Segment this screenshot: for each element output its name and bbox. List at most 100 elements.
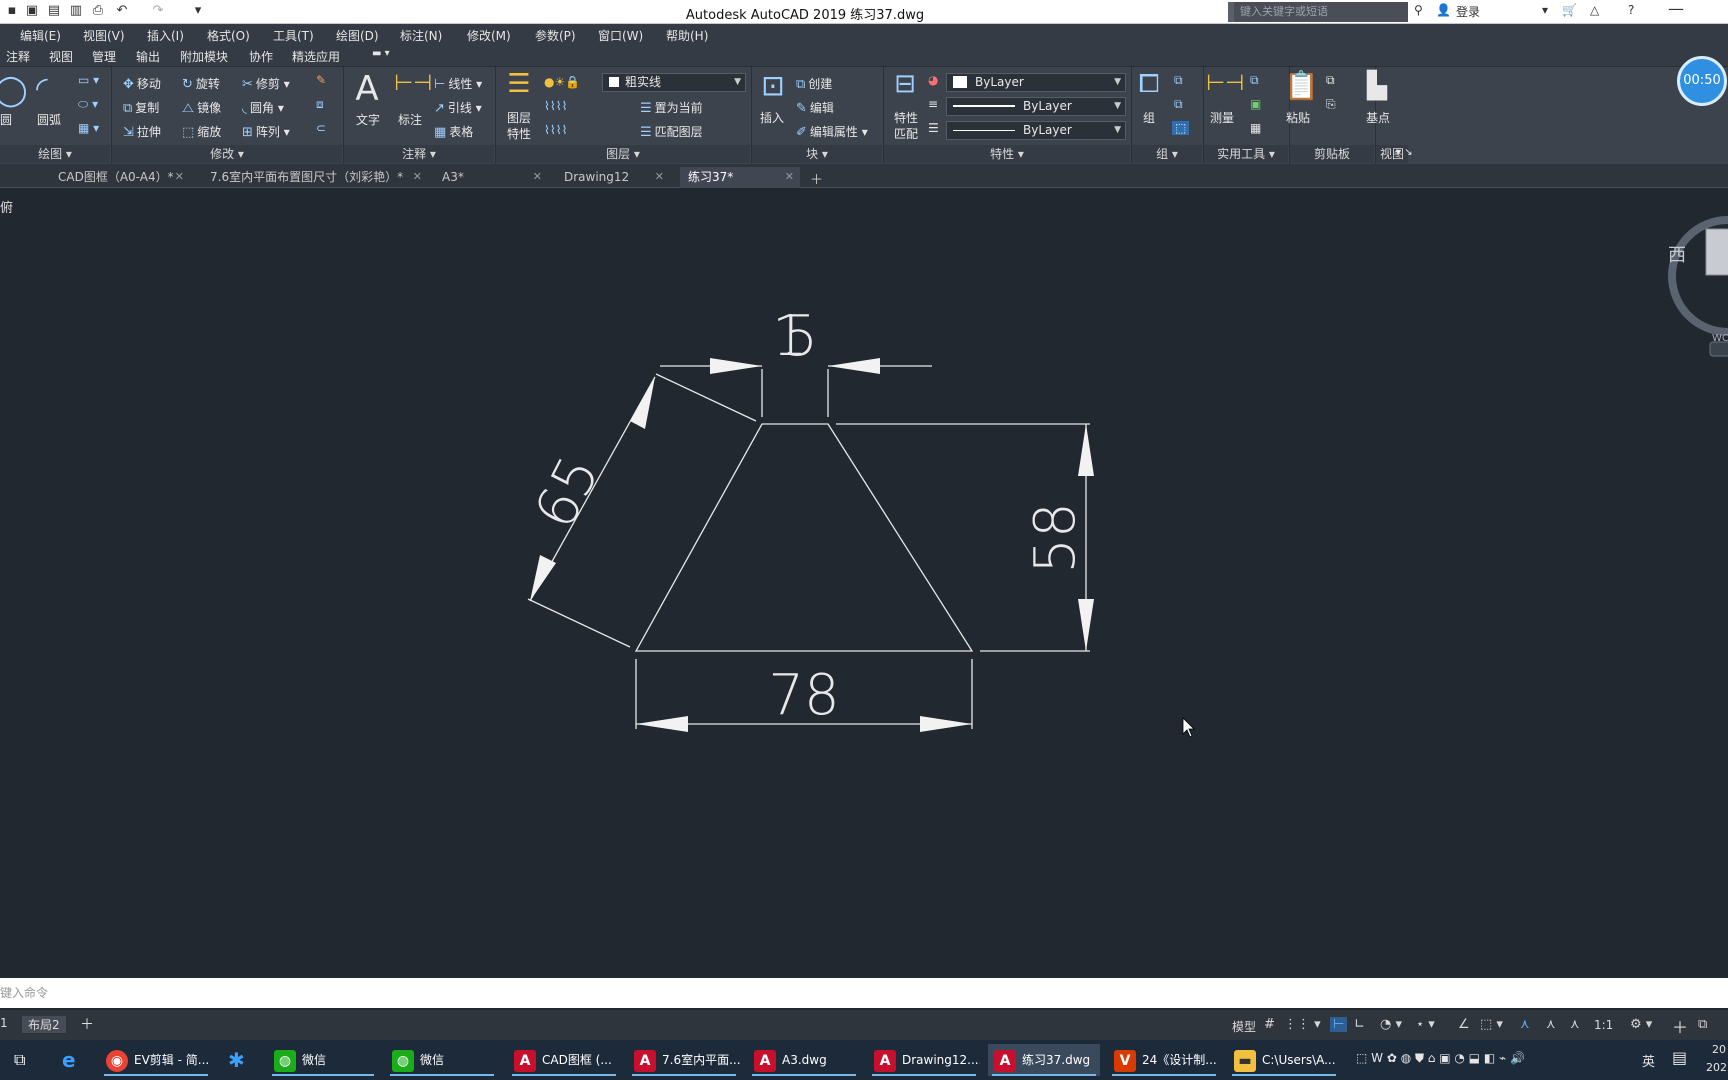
menu-draw[interactable]: 绘图(D) bbox=[336, 27, 379, 44]
menu-edit[interactable]: 编辑(E) bbox=[20, 27, 61, 44]
isodraft-icon[interactable]: ◔ ▾ bbox=[1380, 1017, 1402, 1032]
dim-text-height[interactable]: 58 bbox=[1023, 502, 1088, 573]
group-button[interactable]: 组 bbox=[1143, 109, 1155, 126]
notification-icon[interactable]: ▤ bbox=[1672, 1048, 1687, 1067]
snap-icon[interactable]: ⋮⋮ ▾ bbox=[1284, 1017, 1321, 1032]
layer-tools-icons[interactable]: ⌇⌇⌇⌇ bbox=[544, 99, 567, 113]
table-button[interactable]: ▦ 表格 bbox=[434, 123, 473, 140]
taskbar-exercise37[interactable]: A 练习37.dwg bbox=[988, 1044, 1100, 1076]
mirror-button[interactable]: ⧍ 镜像 bbox=[182, 99, 221, 116]
object-snap-icon[interactable]: ⋆ ▾ bbox=[1416, 1017, 1435, 1032]
view-panel-dropdown-icon[interactable]: ▾ ↘ bbox=[1396, 147, 1413, 158]
drawing-area[interactable]: 俯 15 65 58 78 西 WC bbox=[0, 189, 1728, 974]
auto-scale-icon[interactable]: ⋏ bbox=[1546, 1017, 1556, 1032]
viewcube-box[interactable] bbox=[1705, 228, 1728, 276]
move-button[interactable]: ✥ 移动 bbox=[123, 75, 161, 92]
circle-icon[interactable]: ◯ bbox=[0, 73, 28, 108]
erase-icon[interactable]: ✎ bbox=[316, 73, 326, 87]
text-icon[interactable]: A bbox=[352, 69, 382, 109]
modify-panel-footer[interactable]: 修改 ▾ bbox=[112, 145, 342, 163]
base-button[interactable]: 基点 bbox=[1366, 109, 1390, 126]
explode-icon[interactable]: ⧈ bbox=[316, 97, 324, 112]
taskbar-design-doc[interactable]: V 24《设计制... bbox=[1108, 1044, 1220, 1076]
clock-date[interactable]: 202 bbox=[1706, 1061, 1727, 1074]
close-icon[interactable]: ✕ bbox=[655, 167, 664, 187]
taskbar-a3[interactable]: A A3.dwg bbox=[748, 1044, 860, 1076]
tab-collaborate[interactable]: 协作 bbox=[249, 48, 273, 65]
viewcube-west[interactable]: 西 bbox=[1668, 241, 1686, 267]
measure-button[interactable]: 测量 bbox=[1210, 109, 1234, 126]
dynamic-input-icon[interactable]: ∠ bbox=[1458, 1017, 1470, 1032]
tab-output[interactable]: 输出 bbox=[136, 48, 160, 65]
menu-view[interactable]: 视图(V) bbox=[83, 27, 125, 44]
leader-button[interactable]: ↗ 引线 ▾ bbox=[434, 99, 482, 116]
doc-tab-drawing12[interactable]: Drawing12 ✕ bbox=[556, 167, 670, 188]
copy-button[interactable]: ⧉ 复制 bbox=[123, 99, 159, 116]
polar-icon[interactable]: ∟ bbox=[1354, 1017, 1365, 1032]
circle-button[interactable]: 圆 bbox=[0, 111, 12, 128]
close-icon[interactable]: ✕ bbox=[413, 167, 422, 187]
taskbar-wechat-2[interactable]: ◍ 微信 bbox=[386, 1044, 498, 1076]
workspace-gear-icon[interactable]: ⚙ ▾ bbox=[1630, 1017, 1652, 1032]
tab-annotate[interactable]: 注释 bbox=[6, 48, 30, 65]
stretch-button[interactable]: ⇲ 拉伸 bbox=[123, 123, 161, 140]
taskbar-ev-clip[interactable]: ◉ EV剪辑 - 简... bbox=[100, 1044, 212, 1076]
ie-icon[interactable]: e bbox=[62, 1048, 76, 1072]
match-properties-icon[interactable]: ⊟ bbox=[890, 69, 920, 99]
taskbar-wechat-1[interactable]: ◍ 微信 bbox=[268, 1044, 378, 1076]
copy-clip-icon[interactable]: ⎘ bbox=[1326, 97, 1336, 112]
clipboard-panel-footer[interactable]: 剪贴板 bbox=[1290, 145, 1374, 163]
color-dropdown[interactable]: ByLayer ▼ bbox=[946, 73, 1126, 92]
linear-button[interactable]: ⊢ 线性 ▾ bbox=[434, 75, 482, 92]
ellipse-icon[interactable]: ⬭ ▾ bbox=[78, 97, 98, 112]
rotate-button[interactable]: ↻ 旋转 bbox=[182, 75, 220, 92]
layout-tab-1[interactable]: 1 bbox=[0, 1016, 8, 1030]
close-icon[interactable]: ✕ bbox=[785, 167, 794, 187]
match-layer-button[interactable]: ☰ 匹配图层 bbox=[640, 123, 703, 140]
scale-button[interactable]: ⬚ 缩放 bbox=[182, 123, 221, 140]
arc-icon[interactable]: ◜ bbox=[36, 71, 48, 106]
create-block-button[interactable]: ⧉ 创建 bbox=[796, 75, 832, 92]
search-input[interactable]: 键入关键字或短语 bbox=[1228, 2, 1408, 22]
trim-button[interactable]: ✂ 修剪 ▾ bbox=[242, 75, 290, 92]
annotation-panel-footer[interactable]: 注释 ▾ bbox=[344, 145, 494, 163]
linetype-dropdown[interactable]: ByLayer ▼ bbox=[946, 97, 1126, 116]
tray-icons[interactable]: ⬚ W ✿ ◍ ⛊ ⌂ ▣ ◔ ⬓ ◧ ⌁ 🔊 bbox=[1356, 1051, 1525, 1066]
offset-icon[interactable]: ⊂ bbox=[316, 121, 326, 135]
quick-select-icon[interactable]: ⧉ bbox=[1250, 73, 1259, 88]
dimension-button[interactable]: 标注 bbox=[398, 111, 422, 128]
properties-panel-footer[interactable]: 特性 ▾ bbox=[884, 145, 1130, 163]
text-button[interactable]: 文字 bbox=[356, 111, 380, 128]
edit-attributes-button[interactable]: ✐ 编辑属性 ▾ bbox=[796, 123, 868, 140]
binoculars-icon[interactable]: ⚲ bbox=[1414, 3, 1423, 17]
measure-icon[interactable]: ⊢⊣ bbox=[1206, 71, 1244, 96]
menu-window[interactable]: 窗口(W) bbox=[598, 27, 643, 44]
cart-icon[interactable]: 🛒 bbox=[1562, 3, 1577, 17]
annotation-visibility-icon[interactable]: ⋏ bbox=[1520, 1017, 1530, 1032]
layer-dropdown[interactable]: 粗实线 ▼ bbox=[602, 73, 746, 92]
taskbar-drawing12[interactable]: A Drawing12.... bbox=[868, 1044, 980, 1076]
plus-icon[interactable]: ＋ bbox=[1672, 1014, 1688, 1038]
tab-featured-apps[interactable]: 精选应用 bbox=[292, 48, 340, 65]
base-view-icon[interactable]: ▙ bbox=[1360, 71, 1394, 101]
new-tab-icon[interactable]: ＋ bbox=[810, 169, 823, 188]
layer-tools-icons-2[interactable]: ⌇⌇⌇⌇ bbox=[544, 123, 567, 137]
arc-button[interactable]: 圆弧 bbox=[37, 111, 61, 128]
command-input[interactable]: 键入命令 bbox=[0, 978, 1728, 1008]
menu-format[interactable]: 格式(O) bbox=[207, 27, 250, 44]
lineweight-dropdown[interactable]: ByLayer ▼ bbox=[946, 121, 1126, 140]
draw-panel-footer[interactable]: 绘图 ▾ bbox=[0, 145, 110, 163]
paste-icon[interactable]: 📋 bbox=[1284, 69, 1319, 102]
menu-dimension[interactable]: 标注(N) bbox=[400, 27, 442, 44]
insert-button[interactable]: 插入 bbox=[760, 109, 784, 126]
layout-tab-2[interactable]: 布局2 bbox=[22, 1016, 66, 1033]
block-panel-footer[interactable]: 块 ▾ bbox=[752, 145, 882, 163]
pinwheel-app-icon[interactable]: ✱ bbox=[228, 1048, 245, 1072]
annotation-scale-value[interactable]: 1:1 bbox=[1594, 1018, 1613, 1032]
doc-tab-a3[interactable]: A3* ✕ bbox=[434, 167, 548, 188]
login-button[interactable]: 登录 bbox=[1456, 3, 1480, 20]
a360-icon[interactable]: △ bbox=[1590, 3, 1599, 17]
user-icon[interactable]: 👤 bbox=[1436, 3, 1451, 17]
menu-tools[interactable]: 工具(T) bbox=[273, 27, 314, 44]
doc-tab-cad-frame[interactable]: CAD图框（A0-A4）* ✕ bbox=[50, 167, 190, 188]
